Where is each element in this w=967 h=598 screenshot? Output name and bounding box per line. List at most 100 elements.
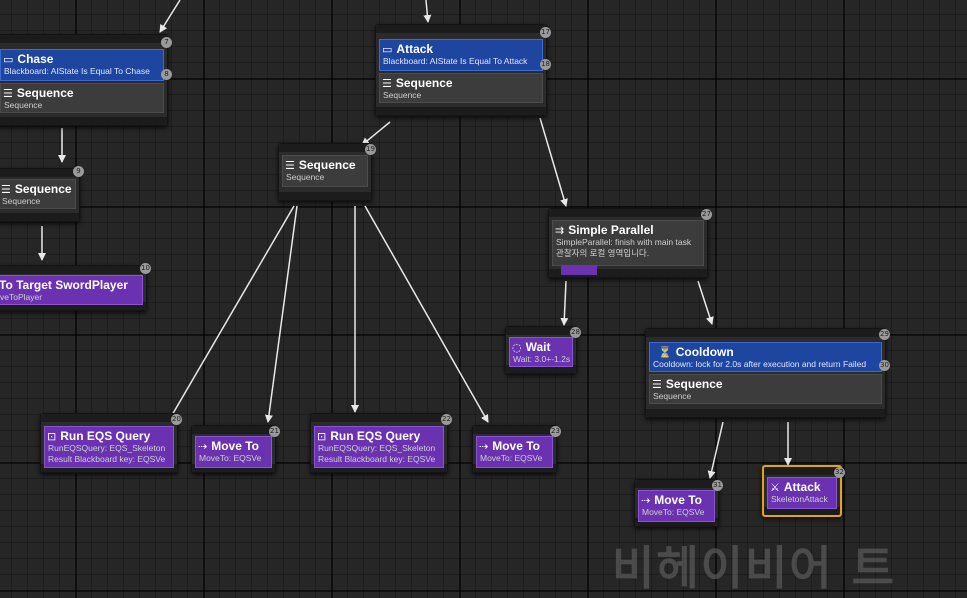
task-blackboard-key: Result Blackboard key: EQSVe: [48, 454, 166, 464]
execution-index: 27: [701, 209, 712, 220]
task-title: Run EQS Query: [60, 429, 151, 443]
task-title: To Target SwordPlayer: [0, 278, 128, 292]
task-title: Move To: [492, 439, 540, 453]
task-subtitle: MoveTo: EQSVe: [642, 507, 705, 517]
decorator-title: Attack: [396, 42, 434, 56]
sequence-icon: ☰: [285, 158, 295, 172]
sequence-icon: ☰: [1, 182, 11, 196]
speech-bubble-icon: ▭: [382, 42, 393, 56]
parallel-composite[interactable]: ⇉ Simple Parallel SimpleParallel: finish …: [552, 220, 704, 266]
move-to-node[interactable]: ⇢ Move To MoveTo: EQSVe 23: [472, 425, 561, 473]
execution-index: 23: [550, 426, 561, 437]
wire: [707, 421, 724, 479]
eqs-icon: ⊡: [47, 429, 57, 443]
task-blackboard-key: Result Blackboard key: EQSVe: [318, 454, 436, 464]
wait-task[interactable]: ◌ Wait Wait: 3.0+-1.2s: [509, 337, 573, 367]
sequence-composite[interactable]: ☰ Sequence Sequence: [0, 179, 76, 209]
attack-icon: ⚔: [770, 480, 780, 494]
task-title: Wait: [525, 340, 551, 354]
move-to-target-node[interactable]: To Target SwordPlayer veToPlayer 10: [0, 263, 151, 311]
composite-subtitle: Sequence: [383, 90, 422, 100]
composite-subtitle: Sequence: [4, 100, 43, 110]
run-eqs-task[interactable]: ⊡ Run EQS Query RunEQSQuery: EQS_Skeleton…: [314, 426, 444, 468]
execution-index: 30: [879, 360, 890, 371]
execution-index: 29: [879, 329, 890, 340]
sequence-composite[interactable]: ☰ Sequence Sequence: [282, 155, 368, 187]
wire: [423, 0, 432, 23]
run-eqs-query-node[interactable]: ⊡ Run EQS Query RunEQSQuery: EQS_Skeleton…: [310, 413, 452, 473]
execution-index: 31: [712, 480, 723, 491]
wire: [560, 280, 569, 326]
move-to-task[interactable]: To Target SwordPlayer veToPlayer: [0, 275, 143, 305]
composite-title: Sequence: [298, 158, 356, 172]
composite-comment: 관찰자의 로컬 영역입니다.: [556, 248, 650, 258]
decorator-title: Cooldown: [675, 345, 734, 359]
eqs-icon: ⊡: [317, 429, 327, 443]
speech-bubble-icon: ▭: [3, 52, 14, 66]
wire: [697, 280, 714, 325]
task-subtitle: MoveTo: EQSVe: [199, 453, 262, 463]
move-to-task[interactable]: ⇢ Move To MoveTo: EQSVe: [195, 436, 272, 468]
decorator-description: Blackboard: AIState Is Equal To Chase: [4, 66, 150, 76]
task-title: Run EQS Query: [330, 429, 421, 443]
attack-task[interactable]: ⚔ Attack SkeletonAttack: [767, 477, 837, 509]
run-eqs-task[interactable]: ⊡ Run EQS Query RunEQSQuery: EQS_Skeleton…: [44, 426, 174, 468]
move-arrow-icon: ⇢: [641, 493, 651, 507]
attack-decorator[interactable]: ▭ Attack Blackboard: AIState Is Equal To …: [379, 39, 543, 71]
simple-parallel-node[interactable]: ⇉ Simple Parallel SimpleParallel: finish …: [548, 208, 712, 278]
execution-index: 21: [269, 426, 280, 437]
wait-node[interactable]: ◌ Wait Wait: 3.0+-1.2s 28: [505, 326, 581, 374]
sequence-icon: ☰: [382, 76, 392, 90]
cooldown-icon: ⏳: [658, 345, 672, 359]
composite-subtitle: Sequence: [653, 391, 692, 401]
wire: [167, 205, 295, 423]
move-to-node[interactable]: ⇢ Move To MoveTo: EQSVe 21: [191, 425, 280, 473]
execution-index: 32: [834, 467, 845, 478]
task-subtitle: SkeletonAttack: [771, 494, 828, 504]
execution-index: 20: [171, 414, 182, 425]
execution-index: 18: [540, 59, 551, 70]
execution-index: 28: [570, 327, 581, 338]
composite-subtitle: Sequence: [286, 172, 325, 182]
run-eqs-query-node[interactable]: ⊡ Run EQS Query RunEQSQuery: EQS_Skeleton…: [40, 413, 182, 473]
sequence-mid-node[interactable]: ☰ Sequence Sequence 19: [278, 143, 376, 201]
attack-task-node[interactable]: ⚔ Attack SkeletonAttack 32: [762, 465, 845, 517]
cooldown-node[interactable]: ⏳ Cooldown Cooldown: lock for 2.0s after …: [645, 328, 890, 418]
task-title: Attack: [783, 480, 821, 494]
execution-index: 22: [441, 414, 452, 425]
composite-title: Sequence: [16, 86, 74, 100]
execution-index: 7: [161, 37, 172, 48]
attack-root-node[interactable]: ▭ Attack Blackboard: AIState Is Equal To …: [375, 24, 551, 116]
main-task-slot[interactable]: [561, 265, 597, 275]
parallel-icon: ⇉: [555, 223, 565, 237]
composite-title: Sequence: [395, 76, 453, 90]
move-arrow-icon: ⇢: [479, 439, 489, 453]
move-to-node[interactable]: ⇢ Move To MoveTo: EQSVe 31: [634, 479, 723, 527]
decorator-description: Blackboard: AIState Is Equal To Attack: [383, 56, 528, 66]
cooldown-decorator[interactable]: ⏳ Cooldown Cooldown: lock for 2.0s after …: [649, 342, 882, 372]
composite-title: Sequence: [665, 377, 723, 391]
chase-node[interactable]: ▭ Chase Blackboard: AIState Is Equal To C…: [0, 34, 172, 126]
wire: [364, 205, 489, 423]
sequence-left-node[interactable]: ☰ Sequence Sequence 9: [0, 166, 84, 222]
composite-title: Sequence: [14, 182, 72, 196]
move-arrow-icon: ⇢: [198, 439, 208, 453]
chase-decorator[interactable]: ▭ Chase Blackboard: AIState Is Equal To C…: [0, 49, 164, 81]
move-to-task[interactable]: ⇢ Move To MoveTo: EQSVe: [638, 490, 715, 522]
wire: [539, 117, 568, 207]
composite-title: Simple Parallel: [568, 223, 654, 237]
execution-index: 10: [140, 263, 151, 274]
chase-sequence[interactable]: ☰ Sequence Sequence: [0, 83, 164, 113]
sequence-icon: ☰: [3, 86, 13, 100]
composite-description: SimpleParallel: finish with main task: [556, 237, 692, 247]
execution-index: 17: [540, 27, 551, 38]
attack-sequence[interactable]: ☰ Sequence Sequence: [379, 73, 543, 103]
move-to-task[interactable]: ⇢ Move To MoveTo: EQSVe: [476, 436, 553, 468]
execution-index: 19: [365, 144, 376, 155]
cooldown-sequence[interactable]: ☰ Sequence Sequence: [649, 374, 882, 404]
execution-index: 9: [73, 166, 84, 177]
wait-icon: ◌: [512, 340, 522, 354]
execution-index: 8: [161, 69, 172, 80]
decorator-description: Cooldown: lock for 2.0s after execution …: [653, 359, 867, 369]
task-subtitle: MoveTo: EQSVe: [480, 453, 543, 463]
